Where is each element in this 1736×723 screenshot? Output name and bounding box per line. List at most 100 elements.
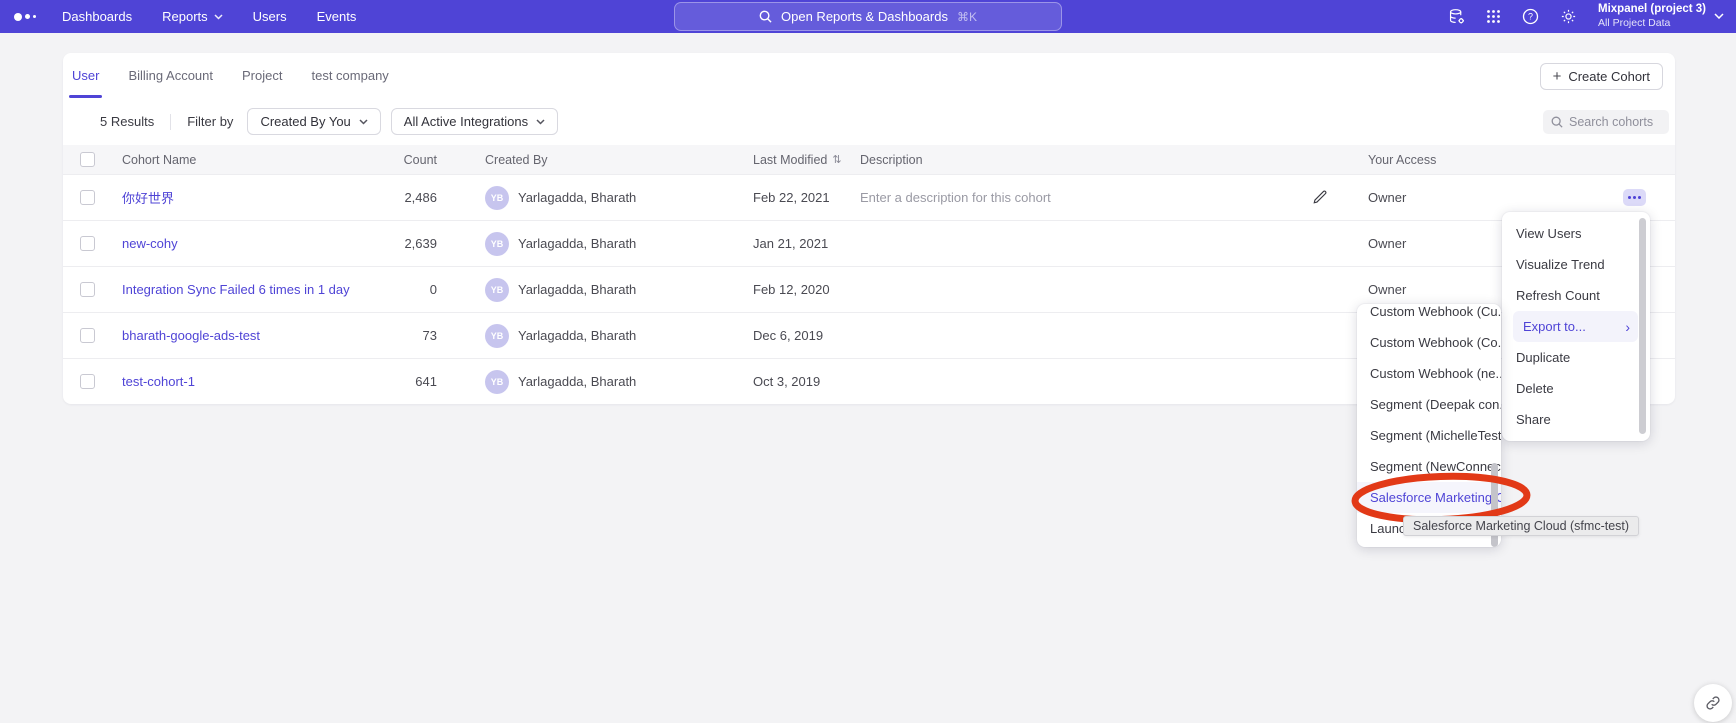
cohort-count: 641 [368,374,437,389]
search-cohorts-input[interactable]: Search cohorts [1543,110,1669,134]
table-header: Cohort Name Count Created By Last Modifi… [63,145,1675,174]
row-actions-button[interactable] [1623,189,1646,206]
last-modified-date: Feb 22, 2021 [753,190,860,205]
data-management-icon[interactable] [1448,8,1465,25]
table-row: 你好世界 2,486 YB Yarlagadda, Bharath Feb 22… [63,174,1675,220]
avatar: YB [485,324,509,348]
column-header-cohort-name: Cohort Name [122,153,368,167]
cohort-name-link[interactable]: 你好世界 [122,191,174,206]
cohort-name-link[interactable]: bharath-google-ads-test [122,328,260,343]
integrations-filter[interactable]: All Active Integrations [391,108,558,135]
submenu-item-custom-webhook-2[interactable]: Custom Webhook (Co... [1357,327,1501,358]
global-search-placeholder: Open Reports & Dashboards [781,9,948,24]
submenu-item-custom-webhook-1[interactable]: Custom Webhook (Cu... [1357,304,1501,327]
last-modified-date: Dec 6, 2019 [753,328,860,343]
integration-tooltip: Salesforce Marketing Cloud (sfmc-test) [1403,516,1639,536]
created-by-name: Yarlagadda, Bharath [518,236,636,251]
created-by-name: Yarlagadda, Bharath [518,190,636,205]
nav-link-users[interactable]: Users [253,9,287,24]
menu-item-refresh-count[interactable]: Refresh Count [1502,280,1650,311]
apps-grid-icon[interactable] [1486,9,1501,24]
submenu-item-segment-michelletest[interactable]: Segment (MichelleTest) [1357,420,1501,451]
navbar-right: ? Mixpanel (project 3) All Project Data [1448,0,1724,33]
settings-gear-icon[interactable] [1560,8,1577,25]
description-input[interactable]: Enter a description for this cohort [860,190,1051,205]
plus-icon: + [1553,69,1562,84]
divider [170,114,171,130]
avatar: YB [485,186,509,210]
created-by-filter[interactable]: Created By You [247,108,380,135]
submenu-item-segment-newconnec[interactable]: Segment (NewConnec... [1357,451,1501,482]
row-checkbox[interactable] [80,190,95,205]
tab-project[interactable]: Project [241,53,283,98]
chevron-down-icon [1714,13,1724,19]
row-checkbox[interactable] [80,282,95,297]
cohort-count: 2,639 [368,236,437,251]
avatar: YB [485,278,509,302]
access-level: Owner [1352,190,1623,205]
project-scope: All Project Data [1598,17,1706,30]
cohort-name-link[interactable]: Integration Sync Failed 6 times in 1 day [122,282,350,297]
filter-by-label: Filter by [187,114,233,129]
menu-item-delete[interactable]: Delete [1502,373,1650,404]
tab-test-company[interactable]: test company [310,53,389,98]
link-icon [1705,695,1721,711]
nav-link-reports[interactable]: Reports [162,9,223,24]
cohort-name-link[interactable]: new-cohy [122,236,178,251]
filter-bar: 5 Results Filter by Created By You All A… [63,98,1675,145]
share-link-button[interactable] [1694,684,1732,722]
menu-item-visualize-trend[interactable]: Visualize Trend [1502,249,1650,280]
keyboard-shortcut: ⌘K [957,10,977,24]
last-modified-date: Oct 3, 2019 [753,374,860,389]
project-name: Mixpanel (project 3) [1598,3,1706,17]
menu-item-duplicate[interactable]: Duplicate [1502,342,1650,373]
edit-pencil-icon[interactable] [1312,190,1352,205]
results-count: 5 Results [100,114,154,129]
column-header-last-modified[interactable]: Last Modified ⇅ [753,153,860,167]
chevron-down-icon [359,119,368,125]
export-submenu: Custom Webhook (Cu... Custom Webhook (Co… [1357,304,1501,547]
cohort-count: 2,486 [368,190,437,205]
global-search-bar[interactable]: Open Reports & Dashboards ⌘K [674,2,1062,31]
row-context-menu: View Users Visualize Trend Refresh Count… [1502,212,1650,441]
project-switcher[interactable]: Mixpanel (project 3) All Project Data [1598,3,1724,29]
select-all-checkbox[interactable] [80,152,95,167]
tab-user[interactable]: User [71,53,100,98]
row-checkbox[interactable] [80,328,95,343]
cohort-name-link[interactable]: test-cohort-1 [122,374,195,389]
submenu-item-salesforce-marketing-cloud[interactable]: Salesforce Marketing C... [1357,482,1501,513]
nav-links: Dashboards Reports Users Events [62,9,356,24]
submenu-item-custom-webhook-3[interactable]: Custom Webhook (ne... [1357,358,1501,389]
column-header-created-by: Created By [437,153,753,167]
tab-billing-account[interactable]: Billing Account [127,53,214,98]
help-icon[interactable]: ? [1522,8,1539,25]
cohort-count: 0 [368,282,437,297]
mixpanel-logo-icon[interactable] [14,13,36,21]
ellipsis-icon [1628,196,1631,199]
avatar: YB [485,370,509,394]
chevron-down-icon [214,14,223,20]
created-by-name: Yarlagadda, Bharath [518,328,636,343]
row-checkbox[interactable] [80,236,95,251]
column-header-description: Description [860,153,1312,167]
search-cohorts-placeholder: Search cohorts [1569,115,1653,129]
nav-link-events[interactable]: Events [317,9,357,24]
menu-scrollbar[interactable] [1639,218,1646,434]
nav-link-dashboards[interactable]: Dashboards [62,9,132,24]
svg-text:?: ? [1528,12,1533,22]
created-by-name: Yarlagadda, Bharath [518,282,636,297]
menu-item-view-users[interactable]: View Users [1502,218,1650,249]
column-header-count: Count [368,153,437,167]
column-header-your-access: Your Access [1352,153,1623,167]
search-icon [1551,116,1563,128]
last-modified-date: Jan 21, 2021 [753,236,860,251]
row-checkbox[interactable] [80,374,95,389]
table-row: new-cohy 2,639 YB Yarlagadda, Bharath Ja… [63,220,1675,266]
create-cohort-button[interactable]: + Create Cohort [1540,63,1663,90]
submenu-item-segment-deepak[interactable]: Segment (Deepak con... [1357,389,1501,420]
menu-item-export-to[interactable]: Export to... › [1513,311,1638,342]
created-by-name: Yarlagadda, Bharath [518,374,636,389]
sort-icon: ⇅ [832,153,841,166]
menu-item-share[interactable]: Share [1502,404,1650,435]
search-icon [759,10,772,23]
